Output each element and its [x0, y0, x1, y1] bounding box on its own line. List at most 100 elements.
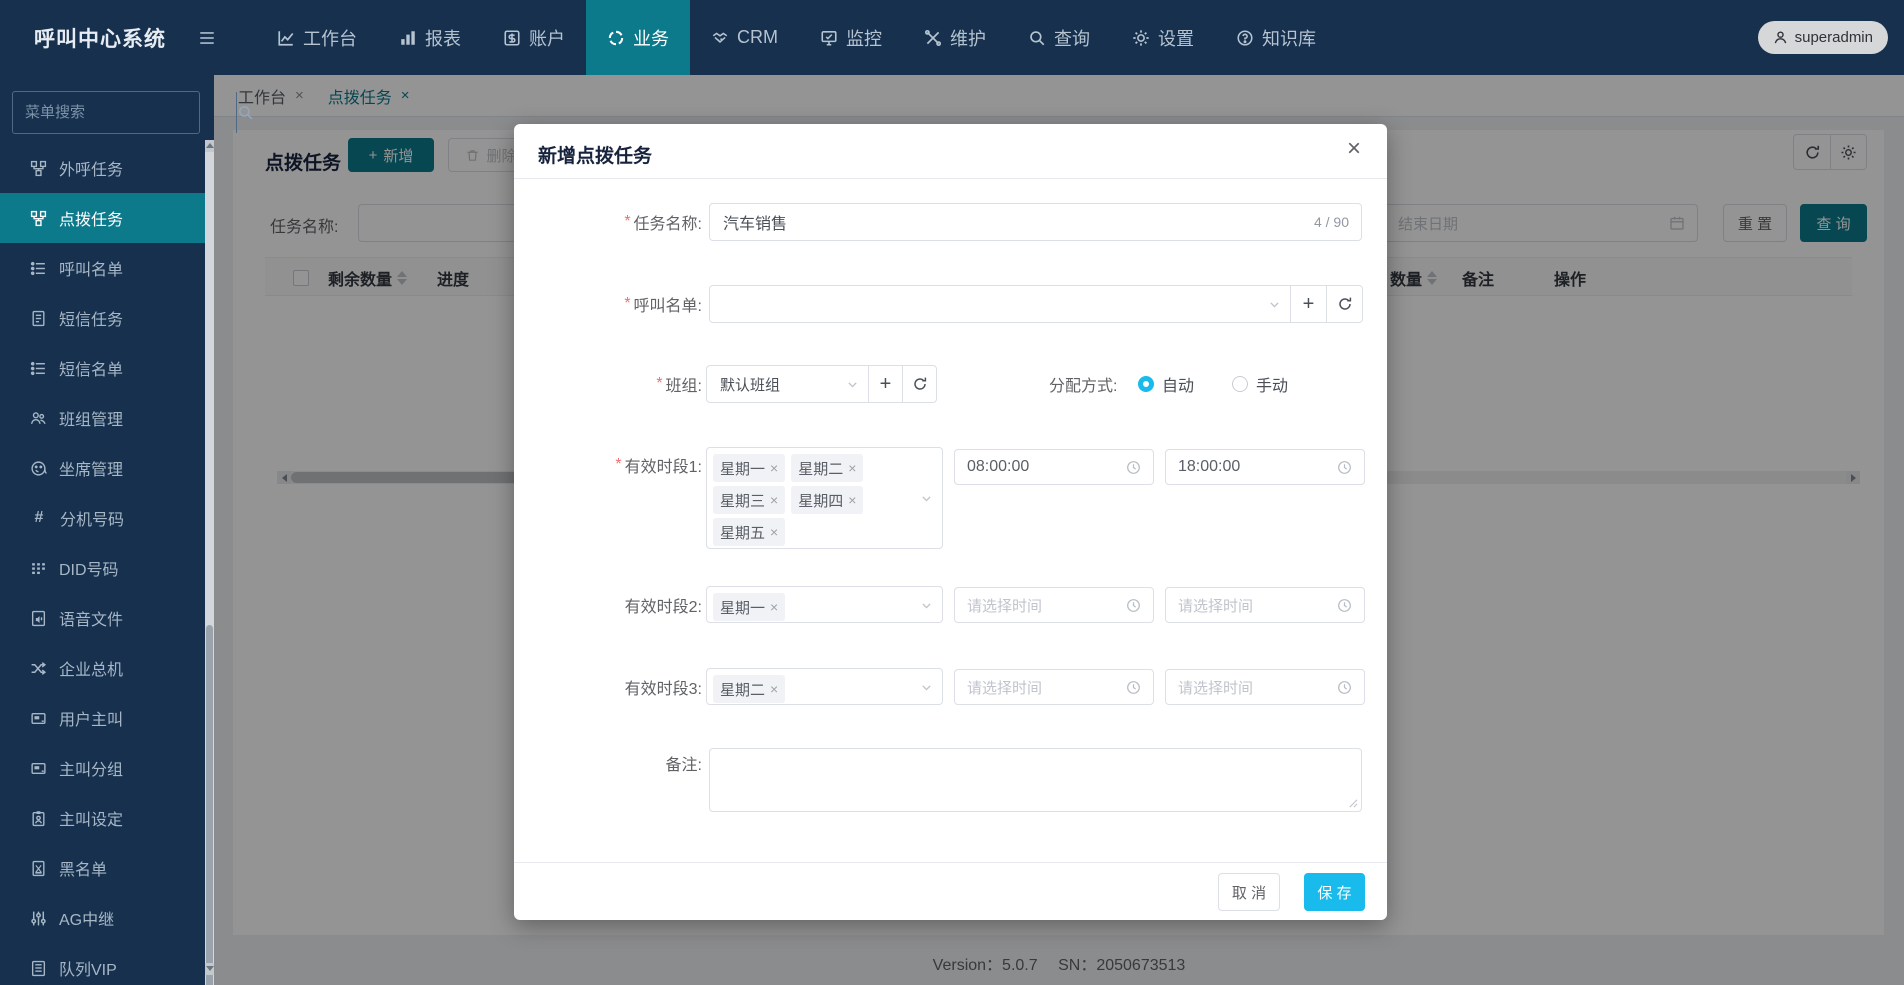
tag-close-icon[interactable]: × [770, 524, 778, 540]
period1-start-time-input[interactable]: 08:00:00 [954, 449, 1154, 485]
nav-item-settings[interactable]: 设置 [1111, 0, 1215, 75]
remark-textarea[interactable] [709, 748, 1362, 812]
radio-unselected-icon [1232, 376, 1248, 392]
period1-end-time-input[interactable]: 18:00:00 [1165, 449, 1365, 485]
save-button[interactable]: 保 存 [1304, 873, 1365, 911]
search-icon [237, 104, 254, 121]
tag-close-icon[interactable]: × [770, 599, 778, 615]
gear-icon [1132, 29, 1150, 47]
team-select[interactable]: 默认班组 [706, 365, 869, 403]
char-counter: 4 / 90 [1314, 214, 1349, 230]
period3-end-time-input[interactable]: 请选择时间 [1165, 669, 1365, 705]
app-window: 呼叫中心系统 工作台 报表 账户 业务 CRM [0, 0, 1904, 985]
sidebar-item-sms-list[interactable]: 短信名单 [0, 343, 205, 393]
search-icon [1028, 29, 1046, 47]
sidebar-scrollbar[interactable] [205, 140, 214, 985]
bar-chart-icon [399, 29, 417, 47]
account-dollar-icon [503, 29, 521, 47]
clock-icon [1337, 598, 1352, 613]
nav-item-maintenance[interactable]: 维护 [903, 0, 1007, 75]
tag-close-icon[interactable]: × [770, 460, 778, 476]
nav-item-workbench[interactable]: 工作台 [256, 0, 378, 75]
remark-label: 备注: [514, 748, 705, 778]
chevron-down-icon [920, 681, 933, 694]
top-nav: 呼叫中心系统 工作台 报表 账户 业务 CRM [0, 0, 1904, 75]
period3-days-multiselect[interactable]: 星期二× [706, 668, 943, 705]
required-asterisk: * [624, 213, 630, 231]
scroll-up-arrow-icon[interactable] [205, 140, 214, 152]
sidebar-item-enterprise-switchboard[interactable]: 企业总机 [0, 643, 205, 693]
tag-close-icon[interactable]: × [770, 492, 778, 508]
cancel-button[interactable]: 取 消 [1218, 873, 1280, 911]
day-tag: 星期一× [713, 454, 785, 482]
scroll-down-arrow-icon[interactable] [205, 963, 214, 975]
assign-auto-radio[interactable]: 自动 [1138, 365, 1194, 403]
menu-collapse-icon[interactable] [198, 29, 216, 47]
sidebar-item-dial-tasks[interactable]: 点拨任务 [0, 193, 205, 243]
add-call-list-button[interactable]: + [1290, 285, 1327, 323]
sidebar-item-team-management[interactable]: 班组管理 [0, 393, 205, 443]
task-name-input[interactable]: 汽车销售 4 / 90 [709, 203, 1362, 241]
sidebar-item-sms-tasks[interactable]: 短信任务 [0, 293, 205, 343]
sidebar-item-extension-numbers[interactable]: # 分机号码 [0, 493, 205, 543]
sidebar-item-blacklist[interactable]: 黑名单 [0, 843, 205, 893]
sidebar-item-ag-trunk[interactable]: AG中继 [0, 893, 205, 943]
sidebar-item-caller-id-groups[interactable]: 主叫分组 [0, 743, 205, 793]
menu-search-button[interactable] [236, 92, 254, 133]
modal-close-icon[interactable]: × [1347, 137, 1361, 161]
add-team-button[interactable]: + [868, 365, 903, 403]
sidebar-item-did-numbers[interactable]: DID号码 [0, 543, 205, 593]
period2-start-time-input[interactable]: 请选择时间 [954, 587, 1154, 623]
tag-close-icon[interactable]: × [848, 460, 856, 476]
tag-close-icon[interactable]: × [848, 492, 856, 508]
nav-item-monitor[interactable]: 监控 [799, 0, 903, 75]
chevron-down-icon [920, 599, 933, 612]
period1-days-multiselect[interactable]: 星期一× 星期二× 星期三× 星期四× 星期五× [706, 447, 943, 549]
sidebar-item-user-caller-id[interactable]: 用户主叫 [0, 693, 205, 743]
sidebar-item-voice-files[interactable]: 语音文件 [0, 593, 205, 643]
call-list-label: * 呼叫名单: [514, 285, 705, 323]
sidebar-menu: 外呼任务 点拨任务 呼叫名单 短信任务 短信名单 班组管理 [0, 143, 205, 985]
assign-manual-radio[interactable]: 手动 [1232, 365, 1288, 403]
shuffle-icon [30, 660, 47, 677]
nav-item-reports[interactable]: 报表 [378, 0, 482, 75]
sidebar-item-caller-id-settings[interactable]: 主叫设定 [0, 793, 205, 843]
period3-start-time-input[interactable]: 请选择时间 [954, 669, 1154, 705]
user-menu[interactable]: superadmin [1758, 21, 1888, 54]
required-asterisk: * [656, 375, 662, 393]
refresh-call-list-button[interactable] [1326, 285, 1363, 323]
day-tag: 星期二× [791, 454, 863, 482]
user-icon [1773, 30, 1788, 45]
sidebar-item-call-list[interactable]: 呼叫名单 [0, 243, 205, 293]
tag-close-icon[interactable]: × [770, 681, 778, 697]
call-list-select[interactable] [709, 285, 1291, 323]
nav-item-query[interactable]: 查询 [1007, 0, 1111, 75]
nav-item-accounts[interactable]: 账户 [482, 0, 586, 75]
hash-icon: # [30, 509, 48, 527]
plus-icon: + [880, 373, 892, 396]
sidebar-item-outbound-tasks[interactable]: 外呼任务 [0, 143, 205, 193]
refresh-team-button[interactable] [902, 365, 937, 403]
refresh-icon [912, 376, 928, 392]
maintenance-tools-icon [924, 29, 942, 47]
add-dial-task-modal: 新增点拨任务 × * 任务名称: 汽车销售 4 / 90 * 呼叫名单: + *… [514, 124, 1387, 920]
day-tag: 星期五× [713, 518, 785, 546]
period2-days-multiselect[interactable]: 星期一× [706, 586, 943, 623]
period1-label: * 有效时段1: [514, 447, 705, 483]
crm-handshake-icon [711, 29, 729, 47]
modal-header: 新增点拨任务 × [514, 124, 1387, 179]
required-asterisk: * [615, 456, 621, 474]
sidebar-item-agent-management[interactable]: 坐席管理 [0, 443, 205, 493]
list-icon [30, 260, 47, 277]
sidebar-item-queue-vip[interactable]: 队列VIP [0, 943, 205, 985]
menu-search-input[interactable] [13, 92, 236, 133]
sidebar-scrollbar-thumb[interactable] [206, 625, 213, 985]
required-asterisk: * [624, 295, 630, 313]
nav-item-crm[interactable]: CRM [690, 0, 799, 75]
resize-handle-icon[interactable] [1347, 797, 1358, 808]
period2-end-time-input[interactable]: 请选择时间 [1165, 587, 1365, 623]
nav-item-knowledge-base[interactable]: 知识库 [1215, 0, 1337, 75]
audio-file-icon [30, 610, 47, 627]
user-name: superadmin [1795, 29, 1873, 46]
nav-item-business[interactable]: 业务 [586, 0, 690, 75]
